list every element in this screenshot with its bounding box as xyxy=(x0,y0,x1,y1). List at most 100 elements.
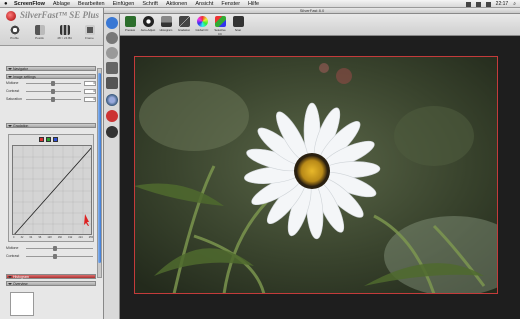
toolbar-scan[interactable]: Scan xyxy=(230,16,246,32)
menu-ablage[interactable]: Ablage xyxy=(53,1,70,7)
slider-contrast[interactable]: Contrast 0 xyxy=(6,87,96,95)
grad-label-1: 32 xyxy=(20,236,24,239)
toolbar-global-cc[interactable]: Global CC xyxy=(194,16,210,32)
toolbar-gradation[interactable]: Gradation xyxy=(176,16,192,32)
gradation-sliders: Midtone Contrast xyxy=(6,244,96,260)
info-icon[interactable] xyxy=(106,77,118,89)
grad-slider-midtone-track[interactable] xyxy=(26,245,93,251)
slider-midtone-value[interactable]: 0 xyxy=(84,80,96,86)
grad-label-6: 192 xyxy=(68,236,73,239)
menu-aktionen[interactable]: Aktionen xyxy=(166,1,187,7)
blue-channel-swatch[interactable] xyxy=(53,137,58,142)
image-settings-bar[interactable]: Image settings xyxy=(6,74,96,79)
histogram-icon xyxy=(160,16,172,27)
tool-positive-label: Positiv xyxy=(35,36,44,40)
slider-contrast-knob[interactable] xyxy=(50,88,55,94)
preview-area[interactable] xyxy=(120,36,520,319)
menu-bearbeiten[interactable]: Bearbeiten xyxy=(78,1,105,7)
scrollbar-thumb[interactable] xyxy=(98,73,101,263)
tool-profile[interactable]: Profile xyxy=(4,25,26,45)
slider-saturation[interactable]: Saturation 0 xyxy=(6,95,96,103)
window-title: SilverFast 8.0 xyxy=(299,8,325,13)
selective-color-icon xyxy=(214,16,226,27)
menu-einfuegen[interactable]: Einfügen xyxy=(113,1,135,7)
tool-positive[interactable]: Positiv xyxy=(29,25,51,45)
tool-bitdepth[interactable]: 48 > 24 Bit xyxy=(54,25,76,45)
profile-icon xyxy=(9,25,20,35)
toolbar-selective-cc[interactable]: Selective CC xyxy=(212,16,228,36)
lock-icon[interactable] xyxy=(106,32,118,44)
gradation-curve-area[interactable] xyxy=(12,145,92,235)
slider-saturation-knob[interactable] xyxy=(50,96,55,102)
zoom-icon[interactable] xyxy=(106,17,118,29)
menu-schrift[interactable]: Schrift xyxy=(142,1,158,7)
eyedropper-icon[interactable] xyxy=(106,94,118,106)
status-icon[interactable] xyxy=(465,1,471,7)
overview-bar[interactable]: Overview xyxy=(6,281,96,286)
red-channel-swatch[interactable] xyxy=(39,137,44,142)
main-toolbar: Preview Auto-Adjust Histogram Gradation … xyxy=(120,14,520,36)
left-panel: SilverFast™ SE Plus Profile Positiv 48 >… xyxy=(0,8,104,319)
slider-midtone-track[interactable] xyxy=(26,80,81,86)
histogram-bar[interactable]: Histogram xyxy=(6,274,96,279)
spotlight-icon[interactable]: ⌕ xyxy=(513,1,516,7)
auto-icon[interactable] xyxy=(106,126,118,138)
menu-fenster[interactable]: Fenster xyxy=(221,1,240,7)
toolbar-histogram[interactable]: Histogram xyxy=(158,16,174,32)
navigator-panel: Navigator xyxy=(6,66,96,71)
wifi-icon[interactable] xyxy=(475,1,481,7)
green-channel-swatch[interactable] xyxy=(46,137,51,142)
mouse-cursor-icon xyxy=(84,214,89,226)
toolbar-scan-label: Scan xyxy=(234,28,242,32)
tool-frame-label: Frame xyxy=(85,36,94,40)
left-panel-scrollbar[interactable] xyxy=(97,68,102,278)
gradation-curve-line[interactable] xyxy=(13,146,92,235)
navigator-bar[interactable]: Navigator xyxy=(6,66,96,71)
apple-menu-icon[interactable]: ● xyxy=(4,1,14,7)
color-icon[interactable] xyxy=(106,110,118,122)
preview-image xyxy=(134,56,498,294)
overview-thumbnail xyxy=(10,292,34,316)
gradation-icon xyxy=(178,16,190,27)
slider-saturation-track[interactable] xyxy=(26,96,81,102)
brand-title: SilverFast™ SE Plus xyxy=(20,10,100,20)
grad-slider-contrast[interactable]: Contrast xyxy=(6,252,96,260)
slider-contrast-label: Contrast xyxy=(6,89,20,93)
grad-slider-contrast-label: Contrast xyxy=(6,254,20,258)
grad-slider-midtone[interactable]: Midtone xyxy=(6,244,96,252)
gradation-curve-svg xyxy=(13,146,92,235)
grad-slider-contrast-track[interactable] xyxy=(26,253,93,259)
brand-edition: SE Plus xyxy=(69,10,100,20)
volume-icon[interactable] xyxy=(485,1,491,7)
histogram-panel: Histogram Overview xyxy=(6,274,96,286)
grad-label-5: 160 xyxy=(57,236,62,239)
brand-name: SilverFast xyxy=(20,10,59,20)
gradation-bar[interactable]: Gradation xyxy=(6,123,96,128)
silverfast-logo-icon xyxy=(6,11,16,21)
slider-contrast-value[interactable]: 0 xyxy=(84,88,96,94)
tool-frame[interactable]: Frame xyxy=(79,25,101,45)
gradation-axis-labels: 0 32 64 96 128 160 192 224 255 xyxy=(13,236,93,239)
menu-app[interactable]: ScreenFlow xyxy=(14,1,45,7)
menu-ansicht[interactable]: Ansicht xyxy=(195,1,213,7)
densito-icon[interactable] xyxy=(106,62,118,74)
slider-midtone[interactable]: Midtone 0 xyxy=(6,79,96,87)
crop-icon[interactable] xyxy=(106,47,118,59)
grad-slider-contrast-knob[interactable] xyxy=(52,253,57,259)
flower-photo xyxy=(134,56,498,294)
clock[interactable]: 22:17 xyxy=(496,1,509,7)
tool-profile-label: Profile xyxy=(10,36,19,40)
slider-midtone-label: Midtone xyxy=(6,81,19,85)
slider-contrast-track[interactable] xyxy=(26,88,81,94)
slider-midtone-knob[interactable] xyxy=(50,80,55,86)
toolbar-preview[interactable]: Preview xyxy=(122,16,138,32)
toolbar-auto-label: Auto-Adjust xyxy=(140,28,156,32)
slider-saturation-value[interactable]: 0 xyxy=(84,96,96,102)
toolbar-auto-adjust[interactable]: Auto-Adjust xyxy=(140,16,156,32)
gradation-panel: Gradation xyxy=(6,123,96,128)
global-color-icon xyxy=(196,16,208,27)
menu-hilfe[interactable]: Hilfe xyxy=(248,1,259,7)
grad-slider-midtone-knob[interactable] xyxy=(52,245,57,251)
tool-strip xyxy=(104,14,120,319)
gradation-grid xyxy=(13,146,91,234)
